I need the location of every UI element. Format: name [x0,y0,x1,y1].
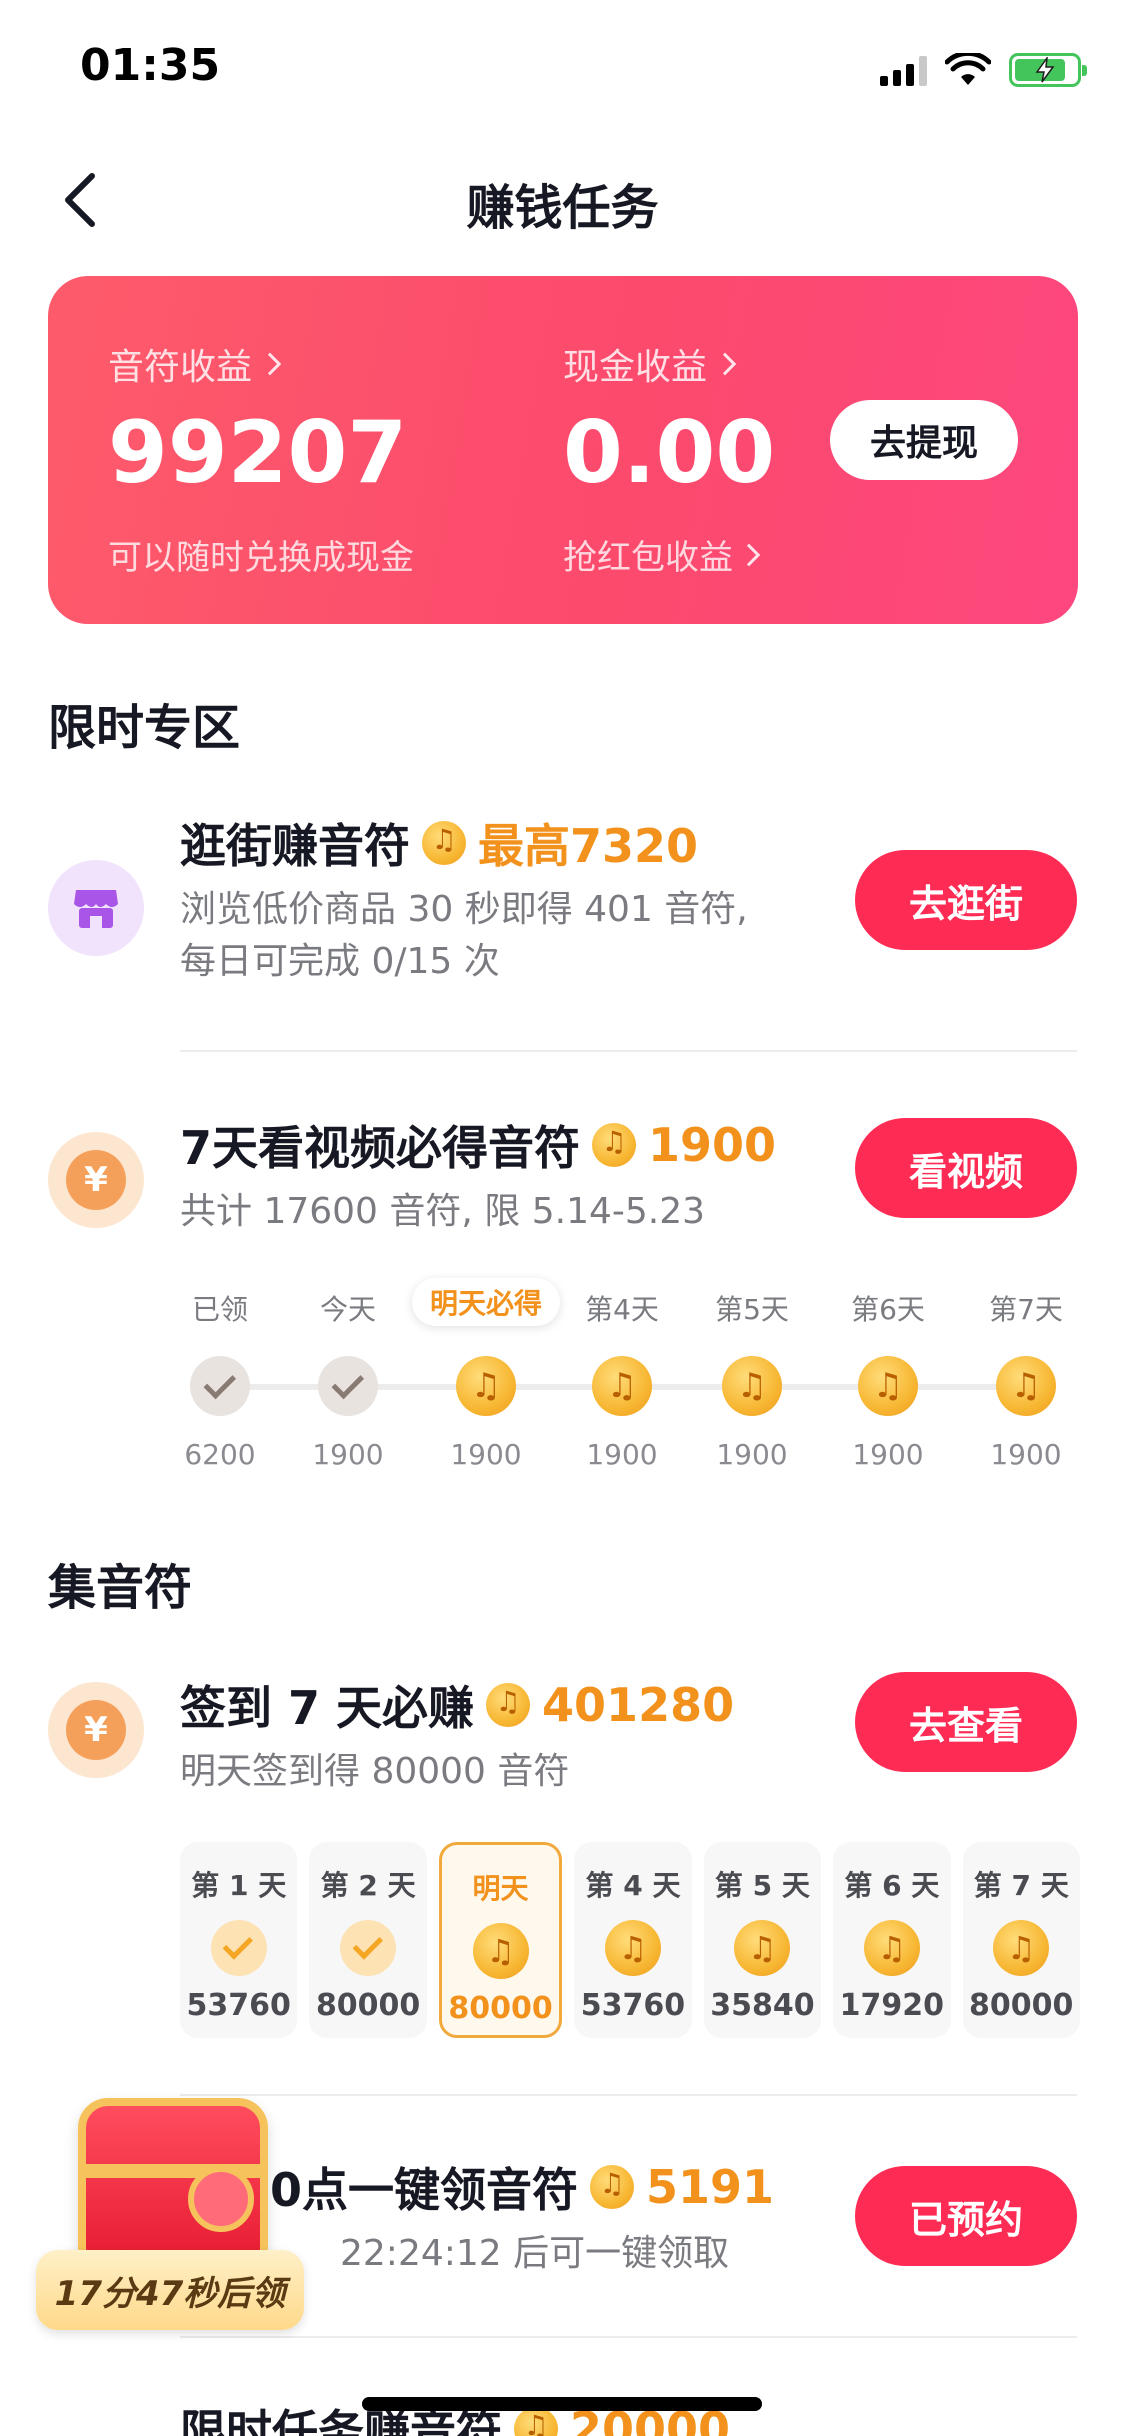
signin-day-tomorrow: 明天 80000 [438,1842,563,2038]
notes-earnings-value: 99207 [108,403,408,503]
chevron-right-icon [258,352,282,376]
task-shop-desc: 浏览低价商品 30 秒即得 401 音符, 每日可完成 0/15 次 [180,889,748,982]
music-coin-icon [456,1356,516,1416]
cash-earnings-sub: 抢红包收益 [563,538,733,578]
music-coin-icon [514,2407,558,2436]
cash-earnings[interactable]: 现金收益 0.00 抢红包收益 [563,338,775,579]
task-video-reward: 1900 [648,1118,777,1172]
music-coin-icon [734,1920,791,1976]
notes-earnings-sub: 可以随时兑换成现金 [108,538,414,578]
status-time: 01:35 [80,40,221,91]
chevron-right-icon [713,352,737,376]
wifi-icon [945,53,991,85]
treasure-chest-widget[interactable]: 17分47秒后领 [36,2098,304,2330]
music-coin-icon [722,1356,782,1416]
view-signin-button[interactable]: 去查看 [855,1672,1077,1772]
timeline-day: 第4天 1900 [567,1290,677,1471]
reserved-button[interactable]: 已预约 [855,2166,1077,2266]
task-signin-desc: 明天签到得 80000 音符 [180,1751,570,1792]
timeline-day: 今天 1900 [312,1293,384,1471]
notes-earnings[interactable]: 音符收益 99207 可以随时兑换成现金 [108,338,414,579]
nav-bar: 赚钱任务 [0,140,1125,260]
music-coin-icon [592,1123,637,1167]
task-midnight-desc: 22:24:12 后可一键领取 [340,2233,730,2274]
signal-icon [880,54,927,86]
signin-days: 第 1 天 53760 第 2 天 80000 明天 80000 第 4 天 5… [180,1842,1080,2038]
video-day-timeline: 已领 6200 今天 1900 明天必得 1900 第4天 1900 第5天 1… [180,1278,1081,1480]
tomorrow-bubble: 明天必得 [411,1278,561,1326]
status-bar: 01:35 [0,0,1125,140]
music-coin-icon [604,1920,661,1976]
battery-icon [1009,53,1087,87]
signin-day: 第 1 天 53760 [180,1842,298,2038]
chevron-right-icon [737,543,761,566]
task-signin: ¥ 签到 7 天必赚 401280 明天签到得 80000 音符 去查看 [0,1672,1125,1822]
status-icons [880,50,1087,90]
timeline-day: 明天必得 1900 [411,1278,561,1471]
task-midnight-title: 0点一键领音符 5191 [270,2154,774,2220]
cash-earnings-value: 0.00 [563,403,776,503]
divider [180,1050,1077,1052]
divider [180,2094,1077,2096]
earnings-card: 音符收益 99207 可以随时兑换成现金 现金收益 0.00 抢红包收益 去提现 [48,276,1078,624]
home-indicator [362,2397,762,2411]
task-video-title: 7天看视频必得音符 1900 [180,1112,776,1178]
timeline-day: 第6天 1900 [833,1290,943,1471]
page-title: 赚钱任务 [466,180,659,236]
signin-day: 第 4 天 53760 [574,1842,692,2038]
task-signin-title: 签到 7 天必赚 401280 [180,1672,734,1738]
music-coin-icon [993,1920,1050,1976]
music-coin-icon [422,821,466,865]
divider [180,2336,1077,2338]
go-shopping-button[interactable]: 去逛街 [855,850,1077,950]
music-coin-icon [863,1920,920,1976]
store-icon [48,860,144,956]
signin-day: 第 5 天 35840 [703,1842,822,2038]
check-icon [210,1920,267,1976]
yuan-coin-icon: ¥ [48,1682,144,1778]
task-midnight-reward: 5191 [646,2160,775,2214]
notes-earnings-label: 音符收益 [108,347,253,388]
task-video-desc: 共计 17600 音符, 限 5.14-5.23 [180,1191,706,1232]
timeline-day: 已领 6200 [184,1293,256,1471]
section-title-limited: 限时专区 [48,700,241,756]
chest-timer: 17分47秒后领 [36,2250,304,2330]
music-coin-icon [590,2165,635,2209]
task-shop-title: 逛街赚音符 最高7320 [180,810,698,876]
music-coin-icon [592,1356,652,1416]
task-video: ¥ 7天看视频必得音符 1900 共计 17600 音符, 限 5.14-5.2… [0,1112,1125,1282]
signin-day: 第 6 天 17920 [833,1842,951,2038]
section-title-collect: 集音符 [48,1560,193,1616]
check-icon [190,1356,250,1416]
task-signin-reward: 401280 [542,1678,735,1732]
timeline-day: 第7天 1900 [971,1290,1081,1471]
watch-video-button[interactable]: 看视频 [855,1118,1077,1218]
check-icon [318,1356,378,1416]
music-coin-icon [996,1356,1056,1416]
signin-day: 第 2 天 80000 [309,1842,427,2038]
yuan-coin-icon: ¥ [48,1132,144,1228]
timeline-day: 第5天 1900 [697,1290,807,1471]
task-shop-reward: 最高7320 [478,819,699,873]
music-coin-icon [486,1683,531,1727]
signin-day: 第 7 天 80000 [962,1842,1080,2038]
check-icon [340,1920,397,1976]
music-coin-icon [472,1923,529,1979]
withdraw-button[interactable]: 去提现 [830,400,1018,480]
task-shop: 逛街赚音符 最高7320 浏览低价商品 30 秒即得 401 音符, 每日可完成… [0,810,1125,1050]
music-coin-icon [858,1356,918,1416]
cash-earnings-label: 现金收益 [563,347,708,388]
